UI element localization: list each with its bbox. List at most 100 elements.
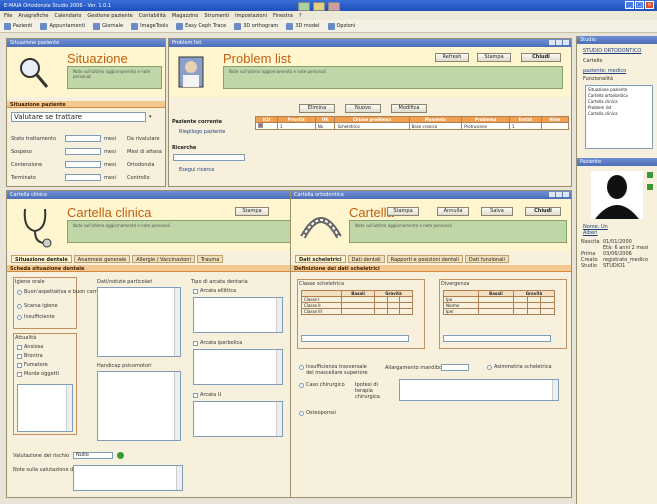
menu-help[interactable]: ?	[299, 13, 302, 19]
menu-gestione-paziente[interactable]: Gestione paziente	[87, 13, 132, 19]
arcata-textarea[interactable]	[193, 297, 283, 333]
patient-surname[interactable]: Alberi	[583, 230, 598, 236]
pane-maximize-button[interactable]	[556, 192, 562, 197]
checkbox[interactable]	[17, 354, 22, 359]
status-select[interactable]: Valutare se trattare	[11, 112, 146, 122]
ortodontica-note[interactable]: Note sull'ultimo aggiornamento e note pe…	[349, 220, 567, 243]
table-cell[interactable]	[341, 308, 375, 315]
menu-impostazioni[interactable]: Impostazioni	[235, 13, 267, 19]
close-pane-button[interactable]: Chiudi	[521, 53, 561, 62]
radio-igiene[interactable]	[17, 304, 22, 309]
tab-situazione-dentale[interactable]: Situazione dentale	[11, 255, 72, 263]
menu-anagrafiche[interactable]: Anagrafiche	[18, 13, 48, 19]
checkbox[interactable]	[193, 341, 198, 346]
clinic-link[interactable]: STUDIO ORTODONTICO	[583, 48, 641, 54]
ortho-close-button[interactable]: Chiudi	[525, 207, 561, 216]
refresh-button[interactable]: Refresh	[435, 53, 469, 62]
table-cell[interactable]	[399, 308, 413, 315]
months-input[interactable]	[65, 148, 101, 155]
toolbar-orthogram[interactable]: 3D orthogram	[234, 22, 278, 30]
tab-rapporti[interactable]: Rapporti e posizioni dentali	[386, 255, 463, 263]
menu-file[interactable]: File	[4, 13, 12, 19]
radio-igiene[interactable]	[17, 290, 22, 295]
pane-close-button[interactable]	[563, 40, 569, 45]
app-icon[interactable]	[328, 2, 340, 11]
toolbar-opzioni[interactable]: Opzioni	[327, 22, 355, 30]
tab-allergie[interactable]: Allergie / Vaccinazioni	[132, 255, 195, 263]
arcata-textarea[interactable]	[193, 401, 283, 437]
menu-calendario[interactable]: Calendario	[54, 13, 81, 19]
arcata-textarea[interactable]	[193, 349, 283, 385]
pane-maximize-button[interactable]	[556, 40, 562, 45]
search-input[interactable]	[173, 154, 245, 161]
tab-dati-scheletrici[interactable]: Dati scheletrici	[295, 255, 346, 263]
checkbox[interactable]	[17, 372, 22, 377]
menu-contabilita[interactable]: Contabilità	[139, 13, 166, 19]
particolari-textarea[interactable]	[97, 287, 181, 357]
toolbar-imagetools[interactable]: ImageTools	[131, 22, 168, 30]
minimize-button[interactable]: _	[625, 1, 634, 9]
app-icon[interactable]	[313, 2, 325, 11]
tab-funzionali[interactable]: Dati funzionali	[464, 255, 509, 263]
run-search-link[interactable]: Esegui ricerca	[179, 167, 214, 173]
clinica-note[interactable]: Note sull'ultimo aggiornamento e note pe…	[67, 220, 291, 243]
patient-doctor-link[interactable]: paziente: medico	[583, 68, 626, 74]
table-cell[interactable]	[526, 308, 542, 315]
table-cell[interactable]	[513, 308, 528, 315]
table-cell[interactable]	[386, 308, 401, 315]
radio-asimmetria[interactable]	[487, 365, 492, 370]
radio-insufficienza[interactable]	[299, 365, 304, 370]
months-input[interactable]	[65, 135, 101, 142]
app-icon[interactable]	[298, 2, 310, 11]
patient-summary-link[interactable]: Riepilogo paziente	[179, 129, 225, 135]
classe-select[interactable]	[301, 335, 409, 342]
tab-trauma[interactable]: Trauma	[196, 255, 224, 263]
checkbox[interactable]	[17, 345, 22, 350]
list-item[interactable]: Cartella clinica	[588, 111, 650, 117]
save-button[interactable]: Salva	[481, 207, 513, 216]
table-cell[interactable]	[540, 308, 555, 315]
radio-chirurgico[interactable]	[299, 383, 304, 388]
checkbox[interactable]	[193, 393, 198, 398]
pane-minimize-button[interactable]	[549, 40, 555, 45]
delete-button[interactable]: Elimina	[299, 104, 335, 113]
tab-dati-dentali[interactable]: Dati dentali	[347, 255, 385, 263]
radio-igiene[interactable]	[17, 315, 22, 320]
chevron-down-icon[interactable]: ▾	[149, 114, 152, 120]
toolbar-ceph-trace[interactable]: Easy Ceph Trace	[176, 22, 226, 30]
table-cell[interactable]	[477, 308, 515, 315]
clinica-print-button[interactable]: Stampa	[235, 207, 269, 216]
tab-anamnesi[interactable]: Anamnesi generale	[73, 255, 131, 263]
toolbar-3d-model[interactable]: 3D model	[286, 22, 320, 30]
new-button[interactable]: Nuovo	[345, 104, 381, 113]
problem-note[interactable]: Note sull'ultimo aggiornamento e note pe…	[223, 66, 563, 89]
toolbar-pazienti[interactable]: Pazienti	[4, 22, 32, 30]
row-checkbox[interactable]	[258, 123, 263, 128]
checkbox[interactable]	[17, 363, 22, 368]
close-button[interactable]: ×	[645, 1, 654, 9]
print-button[interactable]: Stampa	[477, 53, 511, 62]
menu-magazzino[interactable]: Magazzino	[172, 13, 198, 19]
months-input[interactable]	[65, 161, 101, 168]
risk-note-textarea[interactable]	[73, 465, 183, 491]
allargamento-select[interactable]	[441, 364, 469, 371]
edit-icon[interactable]	[647, 184, 653, 190]
pane-close-button[interactable]	[563, 192, 569, 197]
risk-select[interactable]: Nullo	[73, 452, 113, 459]
toolbar-appuntamenti[interactable]: Appuntamenti	[40, 22, 85, 30]
cancel-button[interactable]: Annulla	[437, 207, 469, 216]
attualita-textarea[interactable]	[17, 384, 73, 432]
ortho-print-button[interactable]: Stampa	[387, 207, 419, 216]
camera-icon[interactable]	[647, 172, 653, 178]
edit-button[interactable]: Modifica	[391, 104, 427, 113]
tipo-chirurgia-textarea[interactable]	[399, 379, 559, 401]
menu-strumenti[interactable]: Strumenti	[204, 13, 229, 19]
menu-finestra[interactable]: Finestra	[273, 13, 293, 19]
divergenza-select[interactable]	[443, 335, 551, 342]
handicap-textarea[interactable]	[97, 371, 181, 441]
radio-osteoporosi[interactable]	[299, 411, 304, 416]
table-cell[interactable]	[373, 308, 388, 315]
checkbox[interactable]	[193, 289, 198, 294]
pane-minimize-button[interactable]	[549, 192, 555, 197]
situazione-note[interactable]: Note sull'ultimo aggiornamento e note pe…	[67, 66, 162, 89]
